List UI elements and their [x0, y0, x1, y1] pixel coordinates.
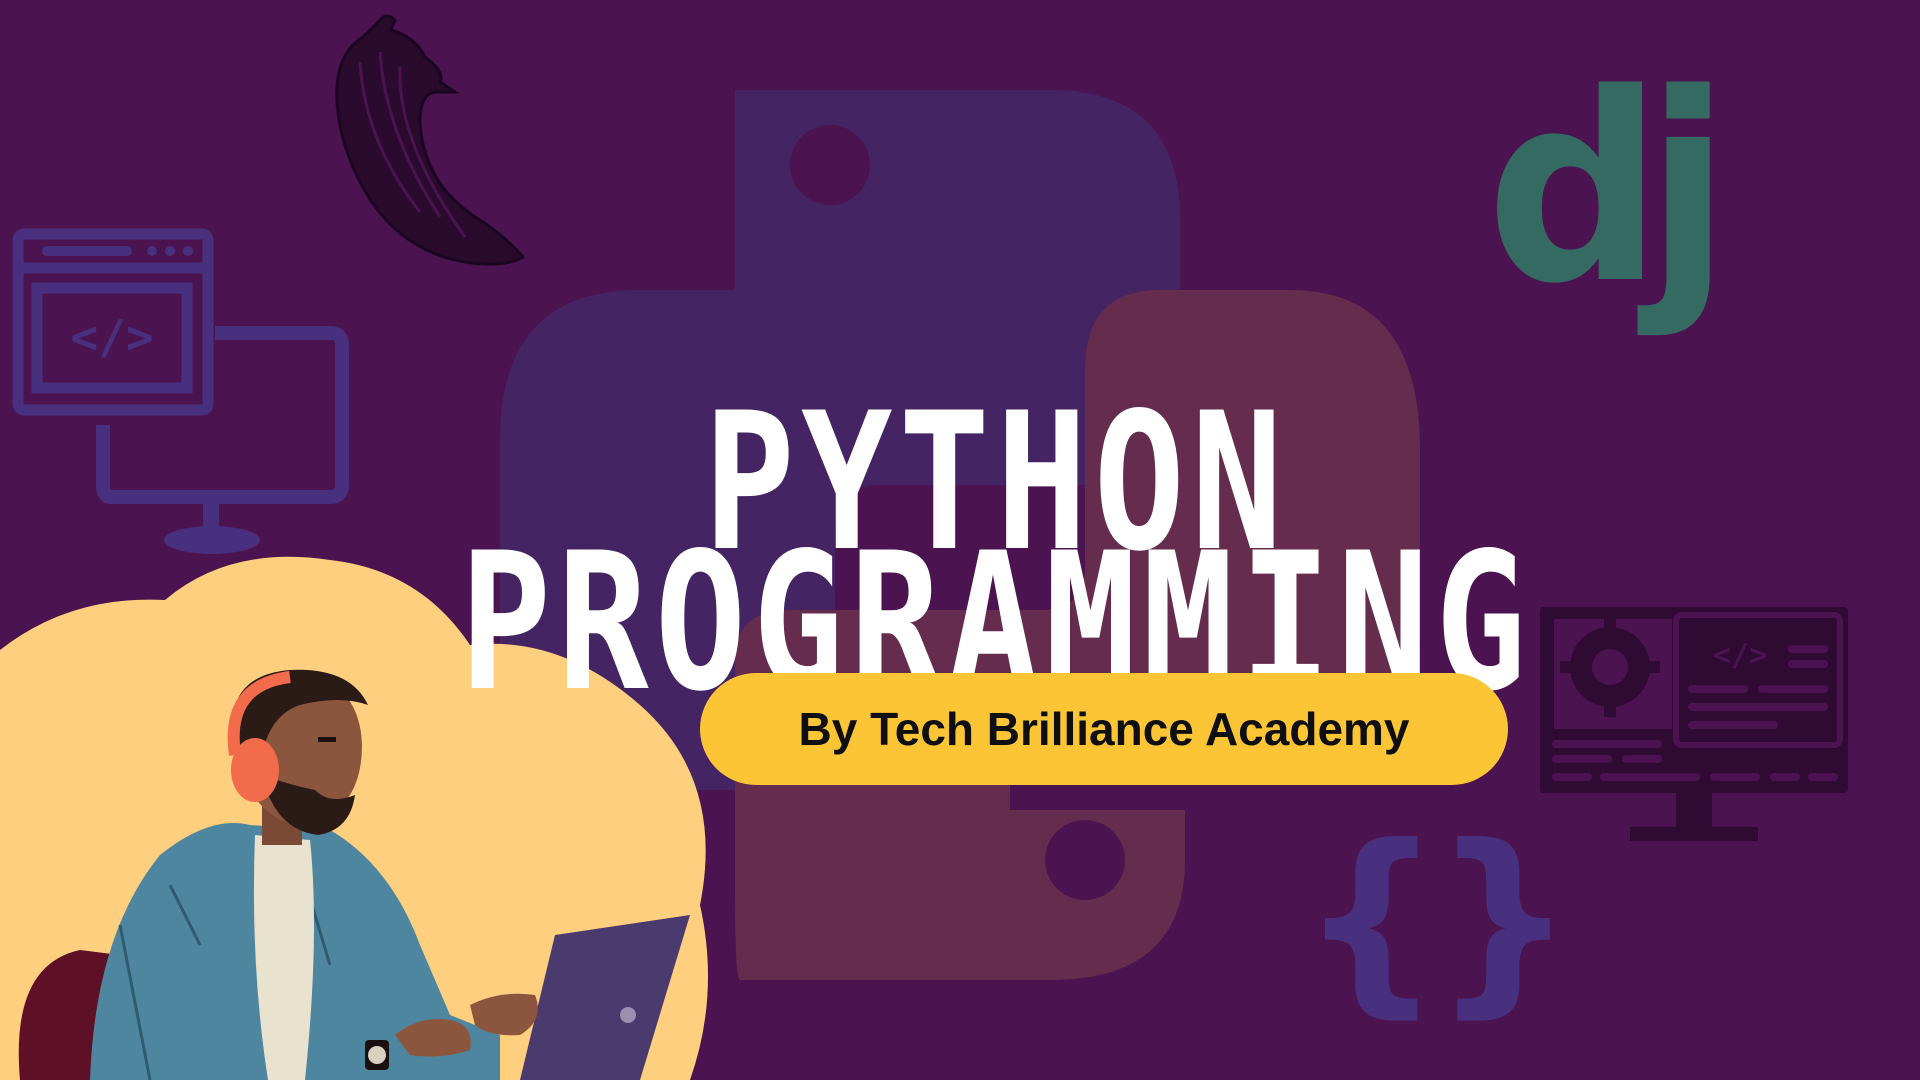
django-logo: dj: [1480, 39, 1730, 360]
subtitle-text: By Tech Brilliance Academy: [798, 703, 1410, 755]
subtitle-badge: By Tech Brilliance Academy: [700, 673, 1508, 785]
flask-horn-icon: [335, 14, 526, 266]
django-logo-text: dj: [1486, 39, 1730, 341]
curly-braces-icon: {}: [1300, 803, 1575, 1036]
python-eye-lower: [1045, 820, 1125, 900]
python-eye-upper: [790, 125, 870, 205]
